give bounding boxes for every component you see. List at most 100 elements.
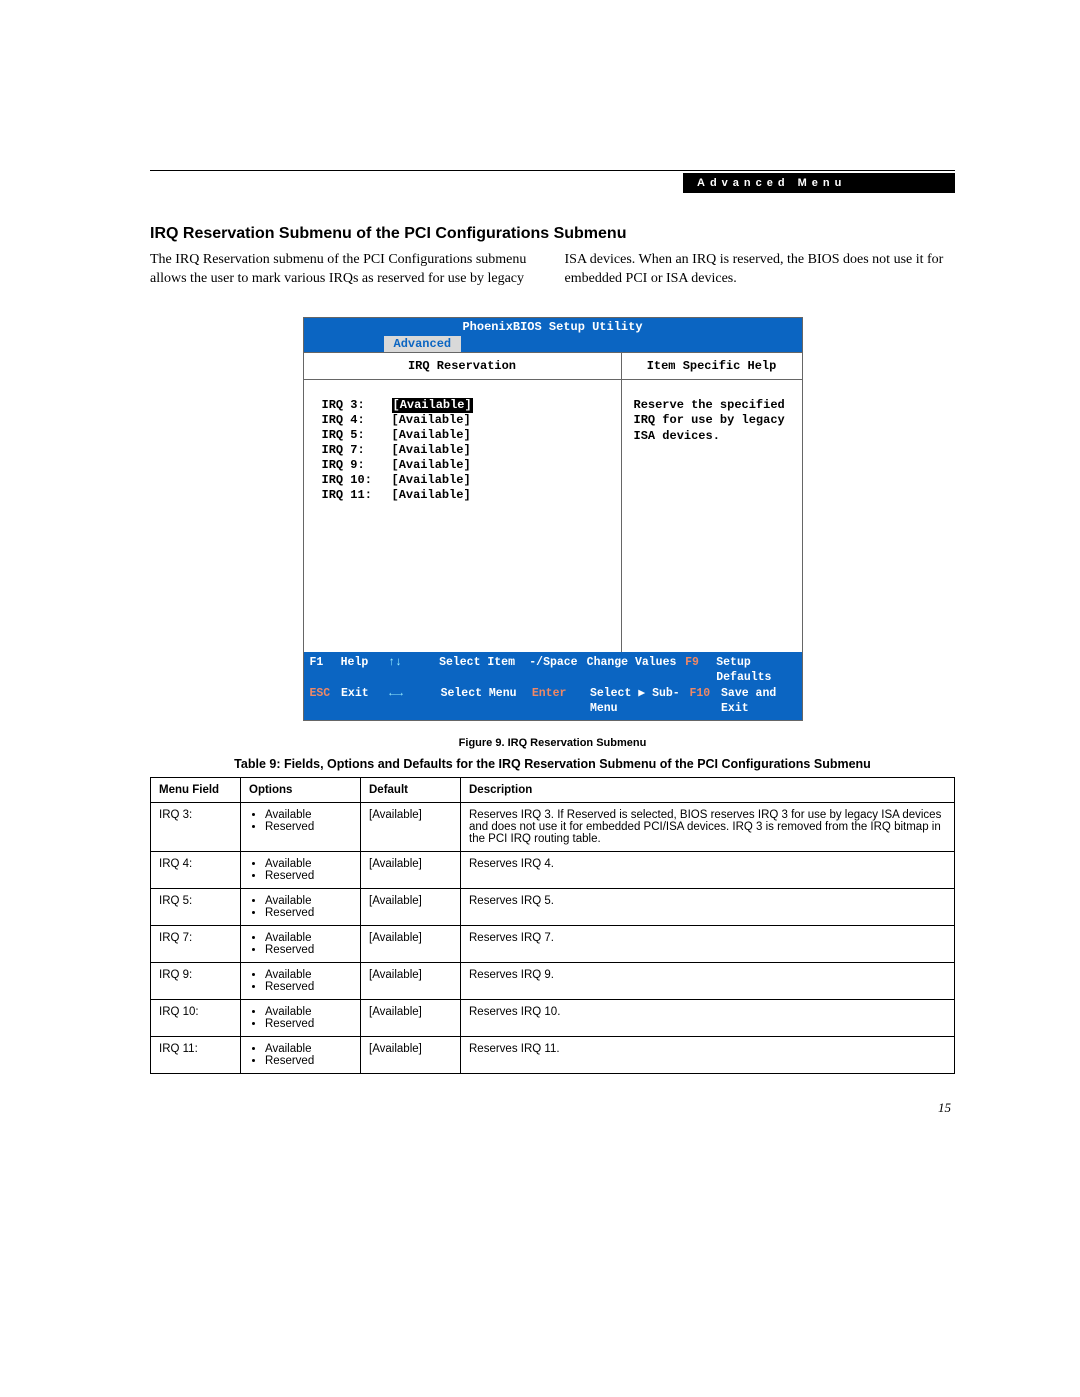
table-row: IRQ 9:AvailableReserved[Available]Reserv… (151, 962, 955, 999)
cell-options: AvailableReserved (241, 925, 361, 962)
cell-default: [Available] (361, 999, 461, 1036)
cell-options: AvailableReserved (241, 802, 361, 851)
option-item: Available (265, 932, 352, 944)
irq-label: IRQ 11: (322, 488, 392, 503)
cell-description: Reserves IRQ 5. (461, 888, 955, 925)
th-default: Default (361, 777, 461, 802)
cell-default: [Available] (361, 925, 461, 962)
irq-row[interactable]: IRQ 10:[Available] (322, 473, 609, 488)
irq-row[interactable]: IRQ 11:[Available] (322, 488, 609, 503)
options-table: Menu Field Options Default Description I… (150, 777, 955, 1074)
cell-description: Reserves IRQ 11. (461, 1036, 955, 1073)
cell-menu-field: IRQ 4: (151, 851, 241, 888)
option-item: Reserved (265, 981, 352, 993)
cell-description: Reserves IRQ 4. (461, 851, 955, 888)
bios-left-title: IRQ Reservation (304, 353, 621, 380)
irq-row[interactable]: IRQ 3:[Available] (322, 398, 609, 413)
irq-value[interactable]: [Available] (392, 473, 471, 488)
irq-label: IRQ 4: (322, 413, 392, 428)
option-item: Available (265, 809, 352, 821)
table-row: IRQ 3:AvailableReserved[Available]Reserv… (151, 802, 955, 851)
table-row: IRQ 5:AvailableReserved[Available]Reserv… (151, 888, 955, 925)
th-description: Description (461, 777, 955, 802)
table-row: IRQ 10:AvailableReserved[Available]Reser… (151, 999, 955, 1036)
key-enter: Enter (532, 686, 590, 717)
irq-value[interactable]: [Available] (392, 488, 471, 503)
bios-right-title: Item Specific Help (622, 353, 802, 380)
cell-description: Reserves IRQ 3. If Reserved is selected,… (461, 802, 955, 851)
cell-default: [Available] (361, 962, 461, 999)
key-f1: F1 (310, 655, 341, 686)
cell-description: Reserves IRQ 10. (461, 999, 955, 1036)
page-number: 15 (150, 1100, 955, 1116)
key-f10: F10 (690, 686, 722, 717)
key-f9: F9 (685, 655, 716, 686)
cell-description: Reserves IRQ 9. (461, 962, 955, 999)
irq-label: IRQ 7: (322, 443, 392, 458)
irq-value[interactable]: [Available] (392, 413, 471, 428)
option-item: Reserved (265, 1055, 352, 1067)
label-exit: Exit (341, 686, 389, 717)
label-change-values: Change Values (587, 655, 685, 686)
section-title: IRQ Reservation Submenu of the PCI Confi… (150, 225, 955, 243)
bios-help-text: Reserve the specified IRQ for use by leg… (622, 380, 802, 463)
cell-menu-field: IRQ 11: (151, 1036, 241, 1073)
irq-value[interactable]: [Available] (392, 428, 471, 443)
irq-row[interactable]: IRQ 5:[Available] (322, 428, 609, 443)
irq-label: IRQ 3: (322, 398, 392, 413)
label-select-sub: Select ▶ Sub-Menu (590, 686, 690, 717)
label-setup-defaults: Setup Defaults (716, 655, 795, 686)
bios-tab-row: Advanced (304, 336, 802, 352)
option-item: Available (265, 895, 352, 907)
bios-title: PhoenixBIOS Setup Utility (304, 318, 802, 336)
label-select-menu: Select Menu (441, 686, 532, 717)
cell-menu-field: IRQ 7: (151, 925, 241, 962)
option-item: Available (265, 858, 352, 870)
key-minus-space: -/Space (529, 655, 586, 686)
label-save-exit: Save and Exit (721, 686, 795, 717)
option-item: Reserved (265, 944, 352, 956)
figure-caption: Figure 9. IRQ Reservation Submenu (150, 737, 955, 749)
irq-row[interactable]: IRQ 7:[Available] (322, 443, 609, 458)
irq-row[interactable]: IRQ 4:[Available] (322, 413, 609, 428)
th-options: Options (241, 777, 361, 802)
cell-default: [Available] (361, 802, 461, 851)
option-item: Reserved (265, 821, 352, 833)
bios-right-pane: Item Specific Help Reserve the specified… (622, 353, 802, 652)
cell-default: [Available] (361, 851, 461, 888)
intro-paragraph: The IRQ Reservation submenu of the PCI C… (150, 251, 955, 289)
cell-options: AvailableReserved (241, 1036, 361, 1073)
cell-menu-field: IRQ 3: (151, 802, 241, 851)
bios-tab-advanced[interactable]: Advanced (384, 336, 462, 352)
table-row: IRQ 7:AvailableReserved[Available] Reserv… (151, 925, 955, 962)
option-item: Available (265, 969, 352, 981)
irq-value[interactable]: [Available] (392, 443, 471, 458)
cell-options: AvailableReserved (241, 962, 361, 999)
bios-footer: F1 Help ↑↓ Select Item -/Space Change Va… (304, 652, 802, 720)
cell-options: AvailableReserved (241, 851, 361, 888)
header-rule (150, 170, 955, 171)
option-item: Reserved (265, 1018, 352, 1030)
key-arrows-h: ←→ (389, 686, 440, 717)
table-row: IRQ 4:AvailableReserved[Available]Reserv… (151, 851, 955, 888)
header-bar: Advanced Menu (150, 173, 955, 193)
option-item: Available (265, 1006, 352, 1018)
table-caption: Table 9: Fields, Options and Defaults fo… (150, 757, 955, 771)
table-row: IRQ 11:AvailableReserved[Available]Reser… (151, 1036, 955, 1073)
irq-label: IRQ 5: (322, 428, 392, 443)
cell-options: AvailableReserved (241, 999, 361, 1036)
cell-default: [Available] (361, 888, 461, 925)
irq-row[interactable]: IRQ 9:[Available] (322, 458, 609, 473)
cell-options: AvailableReserved (241, 888, 361, 925)
irq-label: IRQ 10: (322, 473, 392, 488)
irq-value[interactable]: [Available] (392, 398, 473, 413)
cell-menu-field: IRQ 10: (151, 999, 241, 1036)
irq-value[interactable]: [Available] (392, 458, 471, 473)
irq-list: IRQ 3:[Available]IRQ 4:[Available]IRQ 5:… (304, 380, 621, 652)
th-menu-field: Menu Field (151, 777, 241, 802)
header-tag: Advanced Menu (683, 173, 955, 193)
cell-default: [Available] (361, 1036, 461, 1073)
option-item: Available (265, 1043, 352, 1055)
label-help: Help (341, 655, 389, 686)
cell-menu-field: IRQ 5: (151, 888, 241, 925)
